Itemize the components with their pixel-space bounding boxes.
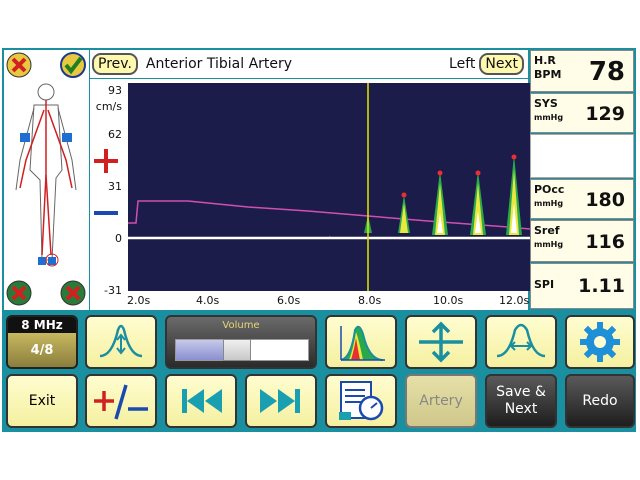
spectrum-icon [340,325,385,361]
vital-value: 180 [585,189,625,211]
redo-button[interactable]: Redo [565,374,635,428]
close-icon[interactable] [60,280,86,306]
probe-frequency-button[interactable]: 8 MHz 4/8 [6,315,78,369]
frequency-label: 8 MHz [8,317,76,333]
skip-back-button[interactable] [165,374,237,428]
plot-background [128,83,530,291]
vital-value: 116 [585,231,625,253]
skip-forward-button[interactable] [245,374,317,428]
skip-forward-icon [260,389,300,413]
prev-button[interactable]: Prev. [92,53,138,75]
skip-back-icon [182,389,222,413]
redo-label: Redo [582,392,618,409]
x-tick-label: 4.0s [196,294,220,307]
artery-title: Anterior Tibial Artery [145,56,293,72]
vital-name: SPI [534,278,555,291]
x-tick-label: 8.0s [358,294,382,307]
x-tick-label: 2.0s [127,294,151,307]
vital-name: SYS [534,97,558,110]
close-icon[interactable] [6,52,32,78]
depth-label: 4/8 [8,333,76,367]
plus-minus-icon [94,384,148,420]
report-icon [339,381,384,421]
vital-value: 129 [585,103,625,125]
vital-unit: mmHg [534,113,564,122]
vital-occlusion-pressure: POcc mmHg 180 [530,179,634,219]
x-tick-label: 12.0s [499,294,530,307]
waveform-scale-button[interactable] [85,315,157,369]
gain-controls[interactable] [90,145,120,225]
vital-unit: mmHg [534,199,564,208]
doppler-spectrum[interactable] [128,83,530,291]
exit-label: Exit [28,392,56,409]
waveform-width-button[interactable] [485,315,557,369]
exit-button[interactable]: Exit [6,374,78,428]
expand-vertical-icon [419,321,463,363]
vital-name: Sref [534,224,560,237]
y-unit-label: cm/s [95,100,122,113]
plot-header: Prev. Anterior Tibial Artery Left Next [90,50,528,78]
save-next-button[interactable]: Save & Next [485,374,557,428]
volume-slider-track[interactable] [175,339,309,361]
y-tick-label: 0 [115,232,122,245]
side-label: Left [449,56,476,72]
vital-empty-slot [530,134,634,178]
waveform-icon [99,324,143,358]
vital-unit: BPM [534,68,562,81]
vital-systolic: SYS mmHg 129 [530,93,634,133]
vital-name: H.R [534,54,556,67]
y-tick-label: 93 [108,84,122,97]
vital-unit: mmHg [534,240,564,249]
expand-vertical-button[interactable] [405,315,477,369]
vital-spi: SPI 1.11 [530,263,634,309]
volume-control[interactable]: Volume [165,315,317,369]
invert-button[interactable] [85,374,157,428]
check-icon[interactable] [60,52,86,78]
body-panel [4,50,89,310]
vital-name: POcc [534,183,565,196]
settings-button[interactable] [565,315,635,369]
x-tick-label: 6.0s [277,294,301,307]
artery-label: Artery [419,392,463,409]
spectrum-display-button[interactable] [325,315,397,369]
y-tick-label: -31 [104,284,122,297]
volume-slider-knob[interactable] [223,339,251,361]
vital-heart-rate: H.R BPM 78 [530,50,634,92]
artery-button[interactable]: Artery [405,374,477,428]
body-diagram[interactable] [4,50,89,310]
x-tick-label: 10.0s [433,294,464,307]
vital-reference-pressure: Sref mmHg 116 [530,220,634,262]
waveform-width-icon [496,323,546,358]
vital-value: 78 [588,57,625,87]
next-button[interactable]: Next [479,53,524,75]
volume-label: Volume [222,320,260,331]
gear-icon [580,322,620,362]
y-tick-label: 62 [108,128,122,141]
vital-value: 1.11 [578,275,625,297]
report-button[interactable] [325,374,397,428]
plus-icon[interactable] [94,149,118,173]
save-next-label: Save & Next [496,384,546,417]
close-icon[interactable] [6,280,32,306]
